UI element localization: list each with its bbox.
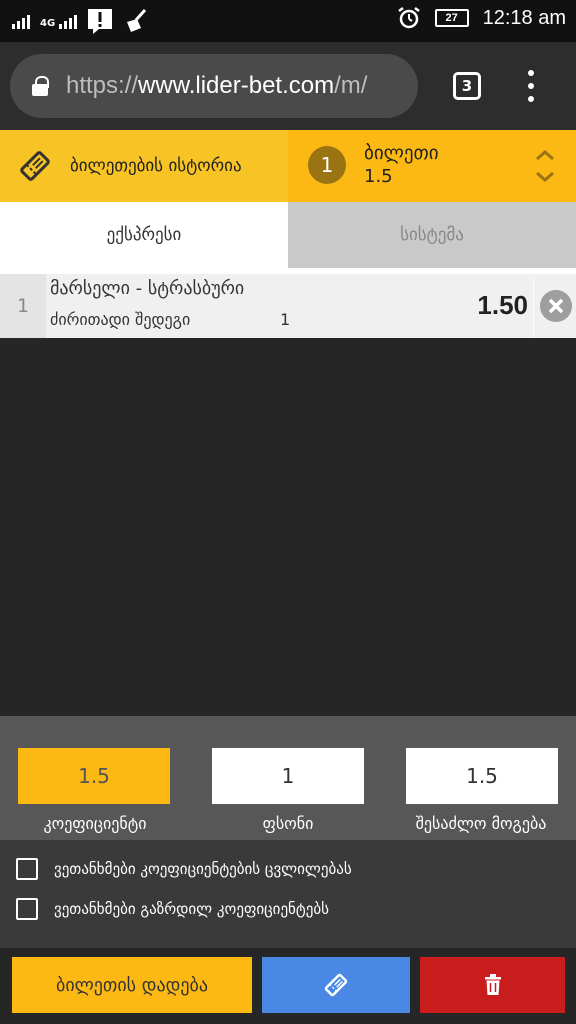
- stake-label: ფსონი: [262, 814, 314, 833]
- network-type: 4G: [40, 18, 56, 29]
- action-bar: ბილეთის დადება: [0, 948, 576, 1024]
- ticket-icon: [20, 151, 50, 181]
- tab-switcher-button[interactable]: 3: [453, 72, 481, 100]
- bet-odds: 1.50: [477, 290, 528, 320]
- total-odds-field: 1.5: [18, 748, 170, 804]
- signal-icon: [12, 13, 30, 29]
- accept-odds-increase-checkbox[interactable]: [16, 898, 38, 920]
- possible-win-field: 1.5: [406, 748, 558, 804]
- ticket-icon: [324, 973, 348, 997]
- bet-match: მარსელი - სტრასბური: [50, 278, 245, 299]
- tab-system[interactable]: სისტემა: [288, 202, 576, 268]
- bet-type-tabs: ექსპრესი სისტემა: [0, 202, 576, 268]
- tab-express[interactable]: ექსპრესი: [0, 202, 288, 268]
- signal-icon-2: [59, 13, 78, 29]
- remove-bet-icon[interactable]: [540, 290, 572, 322]
- browser-toolbar: https://www.lider-bet.com/m/ 3: [0, 42, 576, 130]
- accept-odds-change-checkbox[interactable]: [16, 858, 38, 880]
- more-menu-icon[interactable]: [526, 70, 536, 102]
- odds-label: კოეფიციენტი: [43, 814, 147, 833]
- battery-icon: 27: [434, 9, 469, 27]
- bet-index: 1: [0, 274, 46, 338]
- ticket-count-badge: 1: [308, 146, 346, 184]
- ticket-title: ბილეთი: [364, 142, 439, 164]
- trash-icon: [484, 974, 501, 995]
- accept-odds-increase-label[interactable]: ვეთანხმები გაზრდილ კოეფიციენტებს: [54, 900, 329, 918]
- stake-input[interactable]: 1: [212, 748, 364, 804]
- stake-panel: 1.5 1 1.5 კოეფიციენტი ფსონი შესაძლო მოგე…: [0, 716, 576, 840]
- betslip-header: ბილეთების ისტორია 1 ბილეთი 1.5: [0, 130, 576, 202]
- history-button[interactable]: ბილეთების ისტორია: [0, 130, 288, 202]
- status-bar: 4G 27 12:18 am: [0, 0, 576, 42]
- accept-odds-change-label[interactable]: ვეთანხმები კოეფიციენტების ცვლილებას: [54, 860, 352, 878]
- alarm-icon: [397, 7, 420, 29]
- bet-separator: [533, 278, 534, 338]
- ticket-summary[interactable]: 1 ბილეთი 1.5: [288, 130, 576, 202]
- place-bet-button[interactable]: ბილეთის დადება: [12, 957, 252, 1013]
- clock: 12:18 am: [482, 6, 566, 29]
- alert-icon: [88, 9, 113, 34]
- options: ვეთანხმები კოეფიციენტების ცვლილებას ვეთა…: [0, 840, 576, 948]
- expand-collapse-icon[interactable]: [534, 148, 556, 184]
- bet-market: ძირითადი შედეგი: [50, 310, 191, 329]
- save-ticket-button[interactable]: [262, 957, 410, 1013]
- possible-win-label: შესაძლო მოგება: [415, 814, 547, 833]
- history-label: ბილეთების ისტორია: [70, 156, 242, 176]
- ticket-total-odds: 1.5: [364, 166, 393, 187]
- address-bar[interactable]: https://www.lider-bet.com/m/: [10, 54, 418, 118]
- lock-icon: [32, 76, 49, 96]
- bet-row: 1 მარსელი - სტრასბური ძირითადი შედეგი 1 …: [0, 274, 576, 338]
- bet-pick: 1: [280, 310, 291, 329]
- cleaner-icon: [127, 8, 147, 32]
- url-text: https://www.lider-bet.com/m/: [66, 72, 368, 99]
- clear-ticket-button[interactable]: [420, 957, 565, 1013]
